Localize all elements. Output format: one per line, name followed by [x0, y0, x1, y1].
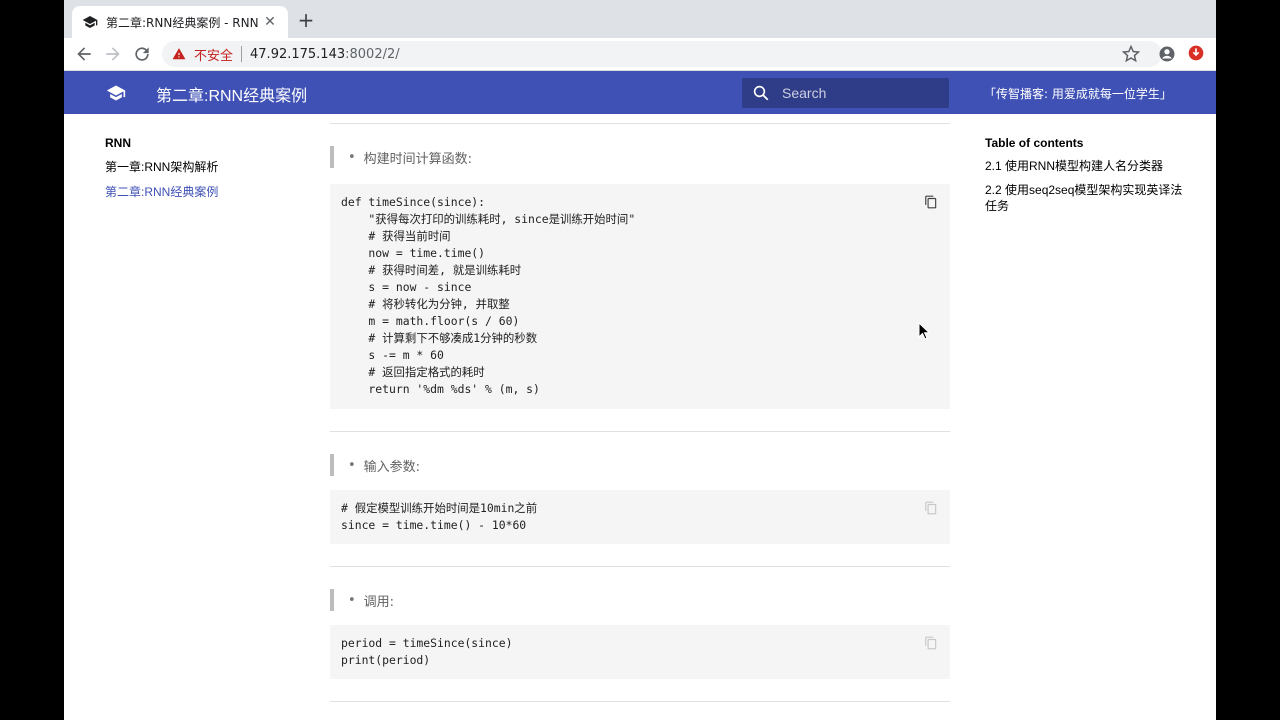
security-label[interactable]: 不安全	[194, 45, 233, 64]
section-title: 构建时间计算函数:	[363, 151, 473, 167]
browser-tab[interactable]: 第二章:RNN经典案例 - RNN ✕	[72, 6, 288, 38]
tab-title: 第二章:RNN经典案例 - RNN	[106, 15, 259, 30]
account-icon[interactable]	[1158, 45, 1176, 63]
browser-window: 第二章:RNN经典案例 - RNN ✕ + 不安全 47.92.175.143 …	[64, 0, 1216, 720]
code-line: s -= m * 60	[341, 348, 444, 362]
code-line: period = timeSince(since)	[341, 636, 513, 650]
new-tab-button[interactable]: +	[296, 10, 316, 30]
bullet: •	[348, 457, 356, 473]
warning-icon	[172, 48, 186, 60]
nav-item-chapter-1[interactable]: 第一章:RNN架构解析	[105, 158, 305, 175]
mouse-cursor-icon	[918, 322, 930, 340]
divider	[330, 123, 950, 124]
nav-item-chapter-2[interactable]: 第二章:RNN经典案例	[105, 183, 305, 200]
extension-icon[interactable]	[1188, 45, 1204, 61]
site-header: 第二章:RNN经典案例 「传智播客: 用爱成就每一位学生」	[64, 71, 1216, 114]
search-box[interactable]	[742, 78, 949, 108]
table-of-contents: Table of contents 2.1 使用RNN模型构建人名分类器 2.2…	[985, 136, 1185, 222]
code-block[interactable]: period = timeSince(since) print(period)	[330, 625, 950, 679]
url-host: 47.92.175.143	[250, 46, 346, 62]
copy-icon[interactable]	[924, 500, 938, 516]
code-line: def timeSince(since):	[341, 195, 486, 209]
code-line: # 计算剩下不够凑成1分钟的秒数	[341, 331, 538, 345]
bookmark-star-icon[interactable]	[1122, 45, 1140, 63]
section-heading: • 调用:	[330, 589, 950, 611]
forward-arrow-icon[interactable]	[103, 44, 123, 64]
divider	[241, 46, 243, 62]
code-line: m = math.floor(s / 60)	[341, 314, 520, 328]
code-line: # 返回指定格式的耗时	[341, 365, 485, 379]
code-line: "获得每次打印的训练耗时, since是训练开始时间"	[341, 212, 636, 226]
code-line: now = time.time()	[341, 246, 486, 260]
code-line: print(period)	[341, 653, 431, 667]
graduation-cap-icon	[82, 16, 98, 28]
code-block[interactable]: def timeSince(since): "获得每次打印的训练耗时, sinc…	[330, 184, 950, 409]
nav-heading: RNN	[105, 136, 131, 150]
code-line: # 获得时间差, 就是训练耗时	[341, 263, 522, 277]
search-icon	[753, 85, 769, 101]
section-title: 输入参数:	[363, 459, 421, 475]
copy-icon[interactable]	[924, 635, 938, 651]
code-line: # 假定模型训练开始时间是10min之前	[341, 501, 538, 515]
url-path: :8002/2/	[345, 46, 400, 62]
code-line: # 将秒转化为分钟, 并取整	[341, 297, 510, 311]
graduation-cap-icon[interactable]	[106, 83, 126, 103]
back-arrow-icon[interactable]	[74, 44, 94, 64]
code-block[interactable]: # 假定模型训练开始时间是10min之前 since = time.time()…	[330, 490, 950, 544]
toc-item-2-1[interactable]: 2.1 使用RNN模型构建人名分类器	[985, 158, 1185, 174]
site-slogan[interactable]: 「传智播客: 用爱成就每一位学生」	[984, 85, 1172, 102]
code-line: s = now - since	[341, 280, 472, 294]
section-title: 调用:	[363, 594, 395, 610]
close-tab-icon[interactable]: ✕	[262, 14, 278, 30]
reload-icon[interactable]	[132, 44, 152, 64]
toc-item-2-2[interactable]: 2.2 使用seq2seq模型架构实现英译法任务	[985, 182, 1185, 214]
code-line: since = time.time() - 10*60	[341, 518, 527, 532]
bullet: •	[348, 149, 356, 165]
main-content: • 构建时间计算函数: def timeSince(since): "获得每次打…	[330, 114, 950, 702]
section-heading: • 输入参数:	[330, 454, 950, 476]
divider	[330, 566, 950, 567]
divider	[330, 431, 950, 432]
divider	[330, 701, 950, 702]
code-line: return '%dm %ds' % (m, s)	[341, 382, 540, 396]
section-heading: • 构建时间计算函数:	[330, 146, 950, 168]
search-input[interactable]	[780, 84, 934, 102]
tab-strip: 第二章:RNN经典案例 - RNN ✕ +	[64, 0, 1216, 38]
address-bar[interactable]: 不安全 47.92.175.143 :8002/2/	[162, 41, 1162, 67]
bullet: •	[348, 592, 356, 608]
code-line: # 获得当前时间	[341, 229, 451, 243]
browser-toolbar: 不安全 47.92.175.143 :8002/2/	[64, 38, 1216, 71]
site-title[interactable]: 第二章:RNN经典案例	[156, 82, 307, 106]
left-nav: RNN 第一章:RNN架构解析 第二章:RNN经典案例	[105, 136, 305, 208]
copy-icon[interactable]	[924, 194, 938, 210]
toc-heading: Table of contents	[985, 136, 1084, 150]
